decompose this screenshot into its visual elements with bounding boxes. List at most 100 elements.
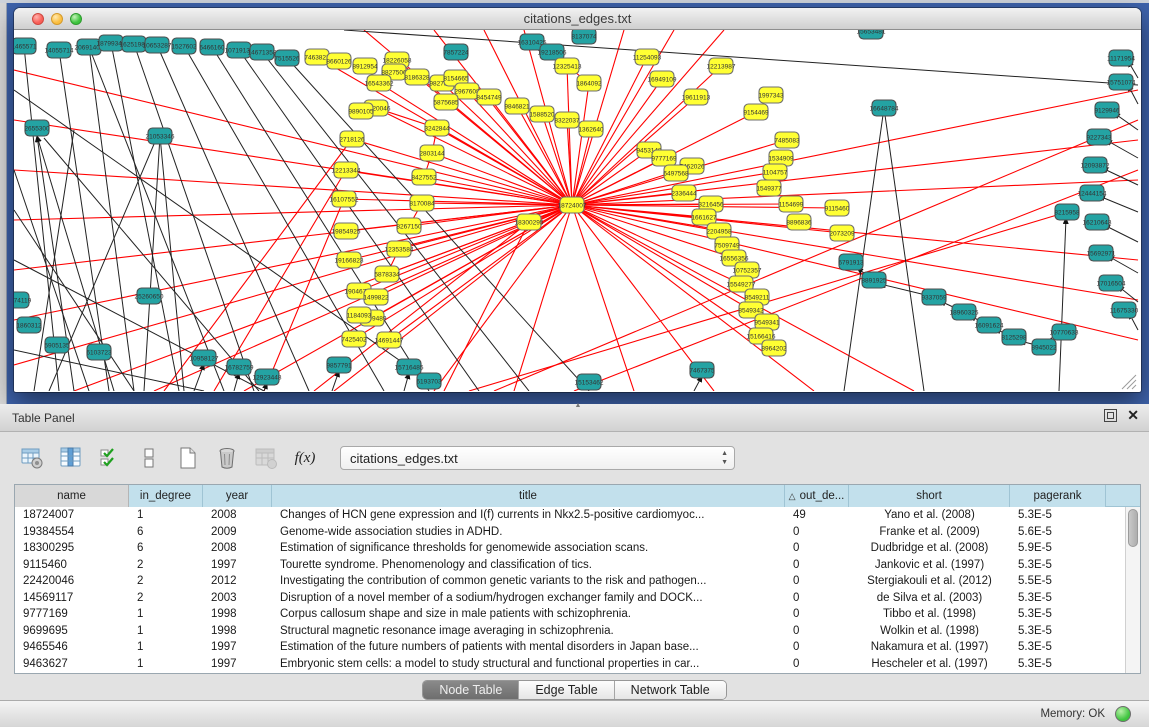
memory-status-label: Memory: OK — [1040, 708, 1105, 720]
table-row[interactable]: 977716911998Corpus callosum shape and si… — [15, 606, 1140, 623]
graph-edge[interactable] — [134, 44, 254, 391]
column-header-year[interactable]: year — [203, 485, 272, 507]
graph-edge[interactable] — [884, 108, 924, 391]
graph-node-label: 9337059 — [921, 294, 947, 301]
tab-edge-table[interactable]: Edge Table — [519, 681, 614, 699]
table-gear-icon[interactable] — [18, 444, 46, 472]
graph-node-label: 2803144 — [419, 150, 445, 157]
column-header-title[interactable]: title — [272, 485, 785, 507]
table-cell: 0 — [785, 557, 849, 574]
new-document-icon[interactable] — [174, 444, 202, 472]
graph-edge[interactable] — [89, 47, 224, 391]
graph-edge[interactable] — [214, 170, 346, 391]
graph-edge[interactable] — [89, 47, 134, 391]
graph-node-label: 8170084 — [409, 200, 435, 207]
table-row[interactable]: 1872400712008Changes of HCN gene express… — [15, 507, 1140, 524]
scrollbar-thumb[interactable] — [1128, 509, 1138, 547]
tab-network-table[interactable]: Network Table — [615, 681, 726, 699]
graph-edge[interactable] — [14, 205, 572, 365]
table-cell: 18724007 — [15, 507, 129, 524]
status-bar: Memory: OK — [0, 700, 1149, 727]
tab-node-table[interactable]: Node Table — [423, 681, 519, 699]
close-icon[interactable]: ✕ — [1127, 409, 1139, 422]
resize-grip[interactable] — [1122, 375, 1136, 389]
column-header-pagerank[interactable]: pagerank — [1010, 485, 1106, 507]
graph-node-label: 8154665 — [443, 75, 469, 82]
graph-edge[interactable] — [14, 205, 572, 270]
graph-edge[interactable] — [404, 373, 409, 391]
graph-node-label: 9115460 — [825, 205, 850, 212]
graph-edge[interactable] — [572, 205, 1138, 300]
graph-node-label: 15153462 — [575, 379, 604, 386]
graph-edge[interactable] — [574, 170, 1138, 391]
graph-node-label: 2204958 — [706, 228, 732, 235]
column-checklist-icon[interactable] — [96, 444, 124, 472]
graph-edge[interactable] — [14, 90, 429, 381]
graph-edge[interactable] — [14, 120, 572, 205]
network-canvas[interactable]: 1465571140557142069140618799344162519861… — [14, 30, 1139, 391]
graph-node-label: 5905135 — [44, 342, 70, 349]
table-row[interactable]: 1456911722003Disruption of a novel membe… — [15, 590, 1140, 607]
graph-edge[interactable] — [349, 205, 572, 260]
table-row[interactable]: 1830029562008Estimation of significance … — [15, 540, 1140, 557]
float-window-icon[interactable] — [1104, 409, 1117, 422]
graph-edge[interactable] — [194, 364, 204, 391]
column-header-name[interactable]: name — [15, 485, 129, 507]
table-cell: Investigating the contribution of common… — [272, 573, 785, 590]
table-cell: Yano et al. (2008) — [849, 507, 1010, 524]
graph-edge[interactable] — [14, 210, 134, 391]
window-title-bar[interactable]: citations_edges.txt — [14, 8, 1141, 30]
table-row[interactable]: 946362711997Embryonic stem cells: a mode… — [15, 656, 1140, 673]
graph-node-label: 6466160 — [199, 44, 225, 51]
table-row[interactable]: 911546021997Tourette syndrome. Phenomeno… — [15, 557, 1140, 574]
graph-edge[interactable] — [144, 136, 160, 391]
graph-edge[interactable] — [844, 108, 884, 391]
table-cell: 0 — [785, 623, 849, 640]
vertical-scrollbar[interactable] — [1125, 507, 1140, 673]
graph-edge[interactable] — [1059, 218, 1066, 391]
citation-network-graph[interactable]: 1465571140557142069140618799344162519861… — [14, 30, 1139, 391]
graph-edge[interactable] — [352, 139, 572, 205]
delete-trash-icon[interactable] — [213, 444, 241, 472]
table-cell: Disruption of a novel member of a sodium… — [272, 590, 785, 607]
graph-node-label: 8891925 — [861, 277, 887, 284]
graph-node-label: 8549342 — [738, 307, 764, 314]
table-cell: 9463627 — [15, 656, 129, 673]
graph-node-label: 1864092 — [576, 80, 602, 87]
graph-node-label: 6791913 — [838, 259, 864, 266]
table-row[interactable]: 2242004622012Investigating the contribut… — [15, 573, 1140, 590]
graph-node-label: 16648784 — [870, 105, 899, 112]
table-column-icon[interactable] — [57, 444, 85, 472]
column-header-out-de-[interactable]: △out_de... — [785, 485, 849, 507]
table-selector-dropdown[interactable]: citations_edges.txt ▲▼ — [340, 446, 735, 470]
table-cell: 2012 — [203, 573, 272, 590]
graph-node-label: 9549341 — [754, 319, 780, 326]
graph-node-label: 8945022 — [1031, 344, 1057, 351]
graph-edge[interactable] — [437, 128, 572, 205]
column-header-in-degree[interactable]: in_degree — [129, 485, 203, 507]
splitter-handle[interactable]: ▲ — [575, 402, 582, 409]
table-cell: 2008 — [203, 507, 272, 524]
stacked-squares-icon[interactable] — [135, 444, 163, 472]
table-cell: 5.3E-5 — [1010, 623, 1106, 640]
graph-node-label: 1499822 — [363, 294, 389, 301]
function-builder-icon[interactable]: f(x) — [291, 444, 319, 472]
memory-ok-indicator[interactable] — [1115, 706, 1131, 722]
table-row[interactable]: 1938455462009Genome-wide association stu… — [15, 524, 1140, 541]
graph-edge[interactable] — [1099, 196, 1138, 212]
graph-edge[interactable] — [572, 83, 589, 205]
table-cell: 2 — [129, 573, 203, 590]
table-cell: 0 — [785, 656, 849, 673]
graph-edge[interactable] — [572, 205, 1138, 340]
table-row[interactable]: 969969511998Structural magnetic resonanc… — [15, 623, 1140, 640]
column-header-short[interactable]: short — [849, 485, 1010, 507]
graph-edge[interactable] — [444, 222, 529, 391]
graph-edge[interactable] — [157, 45, 309, 391]
graph-node-label: 1860312 — [16, 322, 42, 329]
graph-edge[interactable] — [572, 205, 634, 391]
graph-edge[interactable] — [572, 180, 1138, 205]
window-title: citations_edges.txt — [14, 11, 1141, 26]
table-row[interactable]: 946554611997Estimation of the future num… — [15, 639, 1140, 656]
table-cell: 1997 — [203, 557, 272, 574]
table-cell: 0 — [785, 540, 849, 557]
